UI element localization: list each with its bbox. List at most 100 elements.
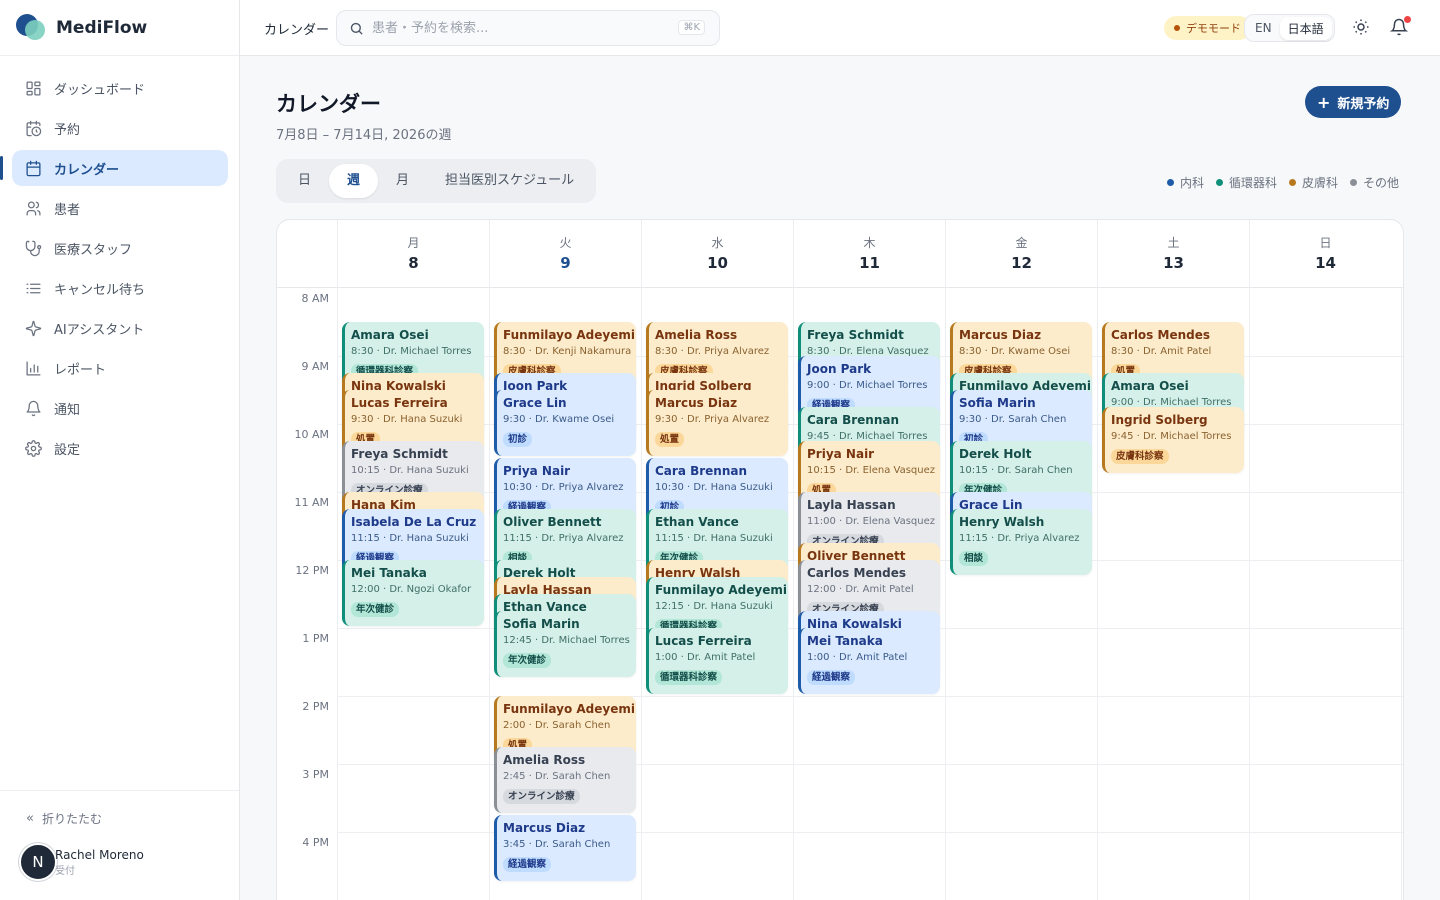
day-header[interactable]: 月8 [337, 220, 489, 288]
sidebar-item-1[interactable]: 予約 [12, 110, 228, 146]
week-range: 7月8日 – 7月14日, 2026の週 [276, 128, 452, 143]
collapse-button[interactable]: « 折りたたむ [26, 810, 102, 827]
sidebar-item-label: 通知 [54, 402, 81, 418]
day-date: 12 [1011, 254, 1032, 272]
grid-icon [24, 79, 42, 97]
sidebar-item-8[interactable]: 通知 [12, 390, 228, 426]
appointment-type-badge: 相談 [959, 551, 989, 566]
appointment-type-badge: 循環器科診察 [655, 670, 723, 685]
appointment-card[interactable]: Marcus Diaz 3:45 · Dr. Sarah Chen 経過観察 [494, 815, 636, 881]
sidebar-item-4[interactable]: 医療スタッフ [12, 230, 228, 266]
notification-dot [1404, 16, 1411, 23]
appointment-card[interactable]: Grace Lin 9:30 · Dr. Kwame Osei 初診 [494, 390, 636, 456]
user-profile[interactable]: N Rachel Moreno 受付 [19, 843, 144, 881]
appointment-time-doctor: 11:15 · Dr. Priya Alvarez [959, 533, 1080, 544]
day-date: 9 [560, 254, 571, 272]
day-column-divider [945, 288, 946, 900]
appointment-patient: Amara Osei [1111, 379, 1189, 393]
appointment-time-doctor: 11:15 · Dr. Hana Suzuki [351, 533, 469, 544]
bar-chart-icon [24, 359, 42, 377]
appointment-patient: Joon Park [807, 362, 872, 376]
appointment-card[interactable]: Marcus Diaz 9:30 · Dr. Priya Alvarez 処置 [646, 390, 788, 456]
day-column-divider [641, 288, 642, 900]
day-header[interactable]: 火9 [489, 220, 641, 288]
appointment-type-badge: 年次健診 [351, 602, 400, 617]
day-date: 8 [408, 254, 419, 272]
sidebar-item-2[interactable]: カレンダー [0, 150, 228, 186]
appointment-card[interactable]: Henry Walsh 11:15 · Dr. Priya Alvarez 相談 [950, 509, 1092, 575]
page-title: カレンダー [276, 92, 381, 116]
appointment-patient: Sofia Marin [959, 396, 1036, 410]
sidebar-item-label: ダッシュボード [54, 82, 146, 98]
appointment-patient: Funmilayo Adeyemi [503, 328, 635, 342]
appointment-card[interactable]: Mei Tanaka 1:00 · Dr. Amit Patel 経過観察 [798, 628, 940, 694]
appointment-patient: Cara Brennan [655, 464, 748, 478]
appointment-patient: Ethan Vance [655, 515, 739, 529]
legend-label: 皮膚科 [1302, 176, 1339, 190]
appointment-time-doctor: 10:30 · Dr. Priya Alvarez [503, 482, 624, 493]
new-appointment-button[interactable]: + 新規予約 [1305, 86, 1402, 118]
day-column-divider [1401, 288, 1402, 900]
chevrons-left-icon: « [26, 811, 34, 826]
sidebar-item-3[interactable]: 患者 [12, 190, 228, 226]
sidebar-item-0[interactable]: ダッシュボード [12, 70, 228, 106]
view-tab-3[interactable]: 担当医別スケジュール [427, 164, 592, 198]
appointment-patient: Marcus Diaz [503, 821, 586, 835]
hour-label: 2 PM [302, 700, 329, 713]
sidebar-item-6[interactable]: AIアシスタント [12, 310, 228, 346]
search-box[interactable]: ⌘K [336, 10, 720, 46]
user-name: Rachel Moreno [55, 847, 144, 862]
appointment-type-badge: 初診 [503, 432, 533, 447]
lang-ja-button[interactable]: 日本語 [1279, 16, 1332, 40]
theme-toggle-button[interactable] [1352, 18, 1370, 40]
sidebar-item-label: キャンセル待ち [54, 282, 146, 298]
day-header[interactable]: 日 14 [1249, 220, 1401, 288]
appointment-time-doctor: 8:30 · Dr. Michael Torres [351, 346, 472, 357]
day-header[interactable]: 水 10 [641, 220, 793, 288]
search-input[interactable] [372, 20, 662, 36]
appointment-patient: Funmilayo Adeyemi [503, 702, 635, 716]
appointment-time-doctor: 2:00 · Dr. Sarah Chen [503, 720, 611, 731]
appointment-patient: Isabela De La Cruz [351, 515, 477, 529]
appointment-patient: Lucas Ferreira [655, 634, 752, 648]
brand[interactable]: MediFlow [16, 14, 147, 42]
sidebar-item-label: レポート [54, 362, 107, 378]
appointment-card[interactable]: Ingrid Solberg 9:45 · Dr. Michael Torres 皮… [1102, 407, 1244, 473]
search-shortcut: ⌘K [678, 20, 705, 35]
notifications-button[interactable] [1389, 16, 1411, 40]
view-tab-2[interactable]: 月 [378, 164, 427, 198]
appointment-time-doctor: 11:00 · Dr. Elena Vasquez [807, 516, 935, 527]
appointment-time-doctor: 8:30 · Dr. Kwame Osei [959, 346, 1071, 357]
sidebar-item-5[interactable]: キャンセル待ち [12, 270, 228, 306]
lang-en-button[interactable]: EN [1247, 18, 1280, 38]
appointment-time-doctor: 8:30 · Dr. Kenji Nakamura [503, 346, 632, 357]
view-tab-1[interactable]: 週 [329, 164, 379, 198]
day-header[interactable]: 土 13 [1097, 220, 1249, 288]
appointment-patient: Amara Osei [351, 328, 429, 342]
appointment-patient: Priya Nair [807, 447, 875, 461]
hour-label: 10 AM [294, 428, 329, 441]
appointment-type-badge: 処置 [655, 432, 685, 447]
appointment-patient: Oliver Bennett [503, 515, 602, 529]
appointment-card[interactable]: Sofia Marin 12:45 · Dr. Michael Torres 年次健… [494, 611, 636, 677]
legend-swatch [1216, 179, 1224, 186]
legend-item: 循環器科 [1216, 174, 1277, 191]
appointment-time-doctor: 11:15 · Dr. Hana Suzuki [655, 533, 773, 544]
appointment-time-doctor: 12:15 · Dr. Hana Suzuki [655, 601, 773, 612]
appointment-patient: Mei Tanaka [807, 634, 883, 648]
day-header[interactable]: 金 12 [945, 220, 1097, 288]
users-icon [24, 199, 42, 217]
sidebar-item-9[interactable]: 設定 [12, 430, 228, 466]
appointment-card[interactable]: Lucas Ferreira 1:00 · Dr. Amit Patel 循環器科診… [646, 628, 788, 694]
appointment-time-doctor: 9:30 · Dr. Kwame Osei [503, 414, 615, 425]
day-name: 金 [1015, 236, 1028, 250]
day-header[interactable]: 木 11 [793, 220, 945, 288]
appointment-card[interactable]: Mei Tanaka 12:00 · Dr. Ngozi Okafor 年次健診 [342, 560, 484, 626]
plus-icon: + [1317, 92, 1331, 112]
view-tab-0[interactable]: 日 [280, 164, 329, 198]
view-tabs: 日週月担当医別スケジュール [276, 159, 597, 203]
appointment-time-doctor: 9:00 · Dr. Michael Torres [807, 380, 928, 391]
breadcrumb: カレンダー [264, 23, 330, 38]
sidebar-item-7[interactable]: レポート [12, 350, 228, 386]
appointment-card[interactable]: Amelia Ross 2:45 · Dr. Sarah Chen オンライン診療 [494, 747, 636, 813]
